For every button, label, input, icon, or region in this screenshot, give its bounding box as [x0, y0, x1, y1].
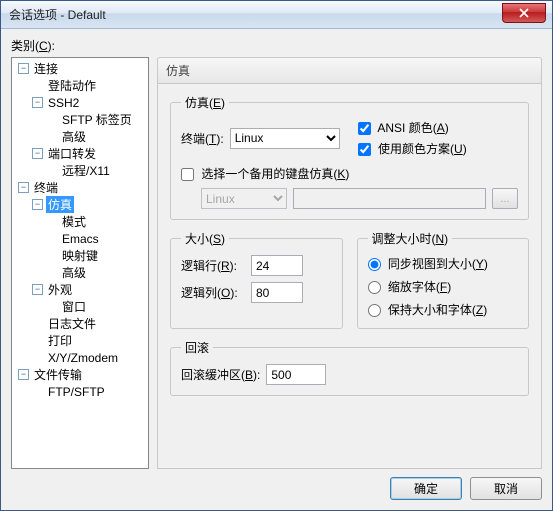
resize-legend: 调整大小时(N)	[368, 230, 453, 247]
collapse-icon[interactable]: −	[18, 182, 29, 193]
collapse-icon[interactable]: −	[18, 369, 29, 380]
category-tree[interactable]: − 连接 登陆动作 −SSH2 SFTP 标签页 高级	[11, 57, 149, 469]
cols-input[interactable]	[251, 282, 303, 303]
scrollback-legend: 回滚	[181, 339, 213, 356]
size-legend: 大小(S)	[181, 230, 229, 247]
collapse-icon[interactable]: −	[32, 97, 43, 108]
emulation-legend: 仿真(E)	[181, 94, 229, 111]
scrollback-label: 回滚缓冲区(B):	[181, 366, 260, 383]
sync-view-radio[interactable]: 同步视图到大小(Y)	[368, 255, 488, 272]
tree-item-mode[interactable]: 模式	[44, 213, 148, 230]
tree-item-emacs[interactable]: Emacs	[44, 230, 148, 247]
scale-font-radio[interactable]: 缩放字体(F)	[368, 278, 452, 295]
tree-item-port-forward[interactable]: −端口转发	[30, 145, 148, 162]
resize-group: 调整大小时(N) 同步视图到大小(Y) 缩放字体(F) 保持大小和字体(Z)	[357, 230, 530, 329]
rows-input[interactable]	[251, 255, 303, 276]
settings-panel: 仿真 仿真(E) 终端(T): Linux ANSI 颜色(A) 使用颜色方案(…	[157, 57, 542, 469]
terminal-select[interactable]: Linux	[230, 128, 340, 149]
tree-item-window[interactable]: 窗口	[44, 298, 148, 315]
cols-label: 逻辑列(O):	[181, 284, 245, 301]
collapse-icon[interactable]: −	[32, 284, 43, 295]
panel-title: 仿真	[157, 57, 542, 84]
window-title: 会话选项 - Default	[9, 6, 106, 23]
tree-item-ssh2[interactable]: −SSH2	[30, 94, 148, 111]
tree-item-appearance[interactable]: −外观	[30, 281, 148, 298]
tree-item-mapped-keys[interactable]: 映射键	[44, 247, 148, 264]
keep-size-font-radio[interactable]: 保持大小和字体(Z)	[368, 301, 488, 318]
tree-item-remote-x11[interactable]: 远程/X11	[44, 162, 148, 179]
ok-button[interactable]: 确定	[390, 477, 462, 500]
tree-item-connection[interactable]: − 连接	[16, 60, 148, 77]
collapse-icon[interactable]: −	[18, 63, 29, 74]
tree-item-ftp-sftp[interactable]: FTP/SFTP	[30, 383, 148, 400]
title-bar: 会话选项 - Default	[1, 1, 552, 29]
tree-item-login-actions[interactable]: 登陆动作	[30, 77, 148, 94]
ansi-color-checkbox[interactable]: ANSI 颜色(A)	[358, 119, 467, 136]
button-row: 确定 取消	[11, 477, 542, 500]
use-color-scheme-checkbox[interactable]: 使用颜色方案(U)	[358, 140, 467, 157]
scrollback-group: 回滚 回滚缓冲区(B):	[170, 339, 529, 396]
tree-item-xyzmodem[interactable]: X/Y/Zmodem	[30, 349, 148, 366]
tree-item-print[interactable]: 打印	[30, 332, 148, 349]
scrollback-input[interactable]	[266, 364, 326, 385]
emulation-group: 仿真(E) 终端(T): Linux ANSI 颜色(A) 使用颜色方案(U)	[170, 94, 529, 220]
tree-item-sftp-tab[interactable]: SFTP 标签页	[44, 111, 148, 128]
alt-keyboard-checkbox[interactable]: 选择一个备用的键盘仿真(K)	[181, 165, 349, 182]
tree-item-advanced[interactable]: 高级	[44, 128, 148, 145]
cancel-button[interactable]: 取消	[470, 477, 542, 500]
collapse-icon[interactable]: −	[32, 199, 43, 210]
tree-item-emulation[interactable]: −仿真	[30, 196, 148, 213]
browse-button: ...	[492, 188, 518, 209]
rows-label: 逻辑行(R):	[181, 257, 245, 274]
tree-item-terminal[interactable]: −终端	[16, 179, 148, 196]
close-button[interactable]	[502, 3, 546, 23]
dialog-window: 会话选项 - Default 类别(C): − 连接	[0, 0, 553, 511]
collapse-icon[interactable]: −	[32, 148, 43, 159]
tree-item-log-file[interactable]: 日志文件	[30, 315, 148, 332]
tree-item-file-transfer[interactable]: −文件传输	[16, 366, 148, 383]
tree-item-advanced2[interactable]: 高级	[44, 264, 148, 281]
size-group: 大小(S) 逻辑行(R): 逻辑列(O):	[170, 230, 343, 329]
category-label: 类别(C):	[11, 37, 542, 54]
body-row: − 连接 登陆动作 −SSH2 SFTP 标签页 高级	[11, 57, 542, 469]
alt-keyboard-select: Linux	[201, 188, 287, 209]
client-area: 类别(C): − 连接 登陆动作 −SS	[1, 29, 552, 510]
terminal-label: 终端(T):	[181, 130, 224, 147]
close-icon	[519, 8, 529, 18]
alt-keyboard-path	[293, 188, 486, 209]
